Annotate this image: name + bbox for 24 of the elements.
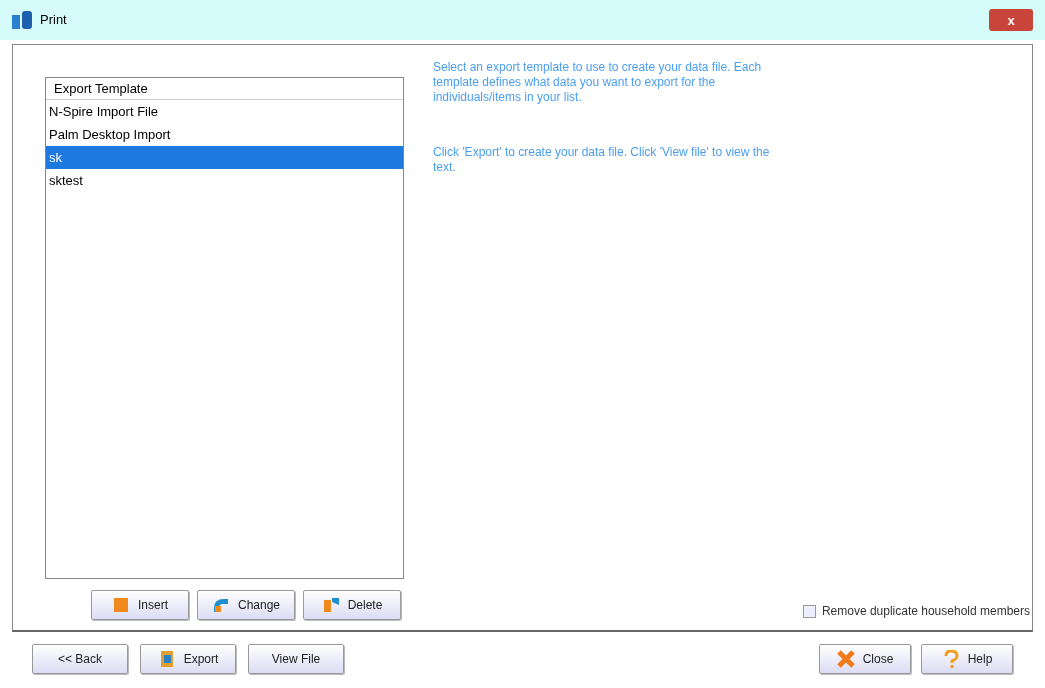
- list-item[interactable]: N-Spire Import File: [46, 100, 403, 123]
- checkbox-label: Remove duplicate household members: [821, 603, 1030, 620]
- action-button[interactable]: Change: [197, 590, 295, 620]
- swirl-icon: [211, 596, 230, 614]
- x-icon: [836, 650, 855, 668]
- action-button[interactable]: Help: [921, 644, 1013, 674]
- list-item[interactable]: sktest: [46, 169, 403, 192]
- instruction-text: Click 'Export' to create your data file. Click 'View file' to view the text.: [433, 145, 771, 175]
- square-icon: [112, 596, 130, 614]
- action-button[interactable]: View File: [248, 644, 344, 674]
- window-title: Print: [40, 11, 67, 30]
- column-header: Export Template: [46, 78, 403, 100]
- instruction-text: Select an export template to use to create your data file. Each template defines what data you want to export for the individuals/items in your list.: [433, 60, 763, 105]
- action-button[interactable]: << Back: [32, 644, 128, 674]
- app-icon: [12, 11, 32, 29]
- action-button[interactable]: Insert: [91, 590, 189, 620]
- tile-icon: [321, 596, 340, 614]
- window-close-button[interactable]: x: [989, 9, 1033, 31]
- action-button[interactable]: Export: [140, 644, 236, 674]
- action-button[interactable]: Close: [819, 644, 911, 674]
- list-item[interactable]: sk: [46, 146, 403, 169]
- action-button[interactable]: Delete: [303, 590, 401, 620]
- checkbox[interactable]: [802, 604, 816, 618]
- list-item[interactable]: Palm Desktop Import: [46, 123, 403, 146]
